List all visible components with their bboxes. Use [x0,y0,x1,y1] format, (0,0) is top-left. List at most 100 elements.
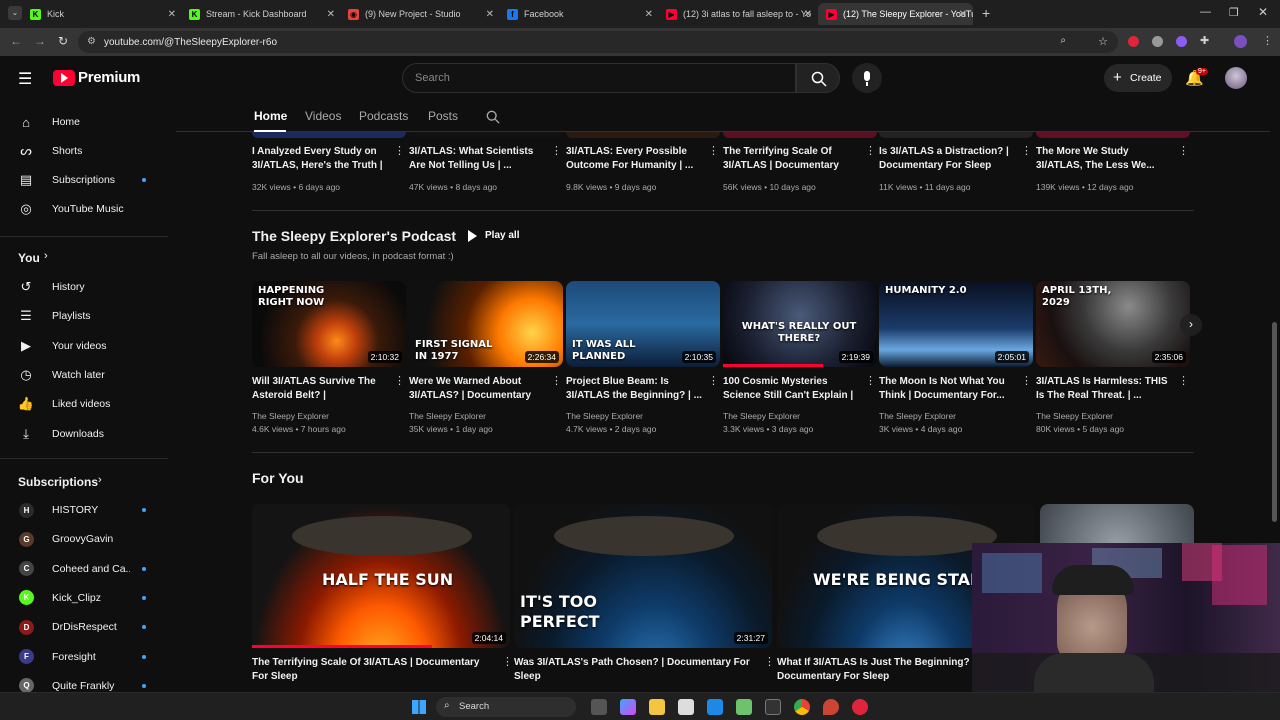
channel-tab[interactable]: Videos [305,109,341,123]
video-thumbnail[interactable]: WHAT'S REALLY OUT THERE? 2:19:39 [723,281,877,367]
video-title[interactable]: The Terrifying Scale Of 3I/ATLAS | Docum… [252,656,492,684]
windows-start-icon[interactable] [412,700,426,714]
channel-tab[interactable]: Podcasts [359,109,408,123]
zoom-icon[interactable]: ⌕ [1060,35,1066,46]
video-title[interactable]: 3I/ATLAS: Every Possible Outcome For Hum… [566,145,702,173]
more-options-icon[interactable]: ⋮ [1021,144,1032,157]
hamburger-menu-icon[interactable]: ☰ [18,69,32,89]
sidebar-item[interactable]: ◎ YouTube Music [0,195,165,223]
extensions-puzzle-icon[interactable]: ✚ [1200,34,1209,47]
video-title[interactable]: 3I/ATLAS: What Scientists Are Not Tellin… [409,145,545,173]
sidebar-item[interactable]: ⌂ Home [0,108,165,136]
video-title[interactable]: Was 3I/ATLAS's Path Chosen? | Documentar… [514,656,754,684]
more-options-icon[interactable]: ⋮ [865,144,876,157]
create-button[interactable]: + Create [1104,64,1172,92]
tab-close-icon[interactable]: ✕ [645,9,653,20]
channel-tab[interactable]: Home [254,109,287,123]
shelf-next-button[interactable]: › [1180,314,1202,336]
video-channel[interactable]: The Sleepy Explorer [252,411,329,421]
video-thumbnail[interactable]: HALF THE SUN 2:04:14 [252,504,510,648]
chrome-icon[interactable] [794,699,810,715]
more-options-icon[interactable]: ⋮ [865,374,876,387]
youtube-logo-icon[interactable] [53,70,75,86]
video-title[interactable]: The More We Study 3I/ATLAS, The Less We.… [1036,145,1172,173]
video-channel[interactable]: The Sleepy Explorer [723,411,800,421]
video-channel[interactable]: The Sleepy Explorer [1036,411,1113,421]
sidebar-you-heading[interactable]: You [18,251,40,265]
taskbar-search[interactable]: ⌕ Search [436,697,576,717]
video-title[interactable]: Will 3I/ATLAS Survive The Asteroid Belt?… [252,375,388,403]
extension-icon-gray[interactable] [1152,36,1163,47]
browser-menu-icon[interactable]: ⋮ [1262,34,1273,47]
search-input[interactable]: Search [402,63,796,93]
bookmark-star-icon[interactable]: ☆ [1098,35,1108,48]
video-thumbnail[interactable] [252,132,406,138]
sidebar-item[interactable]: ↺ History [0,273,165,301]
more-options-icon[interactable]: ⋮ [708,374,719,387]
site-info-icon[interactable]: ⚙ [87,36,96,47]
video-title[interactable]: The Terrifying Scale Of 3I/ATLAS | Docum… [723,145,859,173]
maximize-button[interactable]: ❐ [1229,6,1239,19]
app-icon-dark[interactable] [765,699,781,715]
more-options-icon[interactable]: ⋮ [1021,374,1032,387]
tab-close-icon[interactable]: ✕ [959,9,967,20]
more-options-icon[interactable]: ⋮ [551,374,562,387]
subscription-item[interactable]: K Kick_Clipz [0,584,165,612]
video-thumbnail[interactable] [723,132,877,138]
sidebar-item[interactable]: 👍 Liked videos [0,390,165,418]
video-channel[interactable]: The Sleepy Explorer [879,411,956,421]
search-button[interactable] [796,63,840,93]
minimize-button[interactable]: — [1200,6,1211,18]
video-thumbnail[interactable] [1036,132,1190,138]
video-title[interactable]: Is 3I/ATLAS a Distraction? | Documentary… [879,145,1015,173]
more-options-icon[interactable]: ⋮ [394,144,405,157]
subscription-item[interactable]: C Coheed and Ca... [0,555,165,583]
channel-search-icon[interactable] [486,110,500,124]
back-icon[interactable]: ← [10,34,22,48]
forward-icon[interactable]: → [34,34,46,48]
browser-tab[interactable]: K Stream - Kick Dashboard ✕ [181,3,341,25]
video-title[interactable]: The Moon Is Not What You Think | Documen… [879,375,1015,403]
browser-tab[interactable]: K Kick ✕ [22,3,182,25]
tab-close-icon[interactable]: ✕ [804,9,812,20]
more-options-icon[interactable]: ⋮ [1178,144,1189,157]
tab-search-icon[interactable]: ⌄ [8,6,22,20]
video-thumbnail[interactable]: FIRST SIGNAL IN 1977 2:26:34 [409,281,563,367]
browser-tab[interactable]: ▶ (12) 3i atlas to fall asleep to - Yo ✕ [658,3,818,25]
more-options-icon[interactable]: ⋮ [1178,374,1189,387]
video-title[interactable]: 100 Cosmic Mysteries Science Still Can't… [723,375,859,403]
podcast-shelf-title[interactable]: The Sleepy Explorer's Podcast [252,228,456,244]
account-avatar[interactable] [1225,67,1247,89]
video-thumbnail[interactable]: HUMANITY 2.0 2:05:01 [879,281,1033,367]
video-thumbnail[interactable] [879,132,1033,138]
browser-tab[interactable]: ◉ (9) New Project - Studio ✕ [340,3,500,25]
sidebar-item[interactable]: ☰ Playlists [0,302,165,330]
app-icon-green[interactable] [736,699,752,715]
channel-tab[interactable]: Posts [428,109,458,123]
sidebar-item[interactable]: ▤ Subscriptions [0,166,165,194]
task-view-icon[interactable] [591,699,607,715]
play-all-button[interactable]: Play all [466,228,526,244]
sidebar-subscriptions-heading[interactable]: Subscriptions [18,475,98,489]
tab-close-icon[interactable]: ✕ [486,9,494,20]
video-thumbnail[interactable]: IT'S TOO PERFECT 2:31:27 [514,504,772,648]
more-options-icon[interactable]: ⋮ [764,655,775,668]
more-options-icon[interactable]: ⋮ [708,144,719,157]
video-channel[interactable]: The Sleepy Explorer [409,411,486,421]
profile-avatar-icon[interactable] [1234,35,1247,48]
sidebar-item[interactable]: ᔕ Shorts [0,137,165,165]
copilot-icon[interactable] [620,699,636,715]
video-title[interactable]: I Analyzed Every Study on 3I/ATLAS, Here… [252,145,388,173]
subscription-item[interactable]: H HISTORY [0,496,165,524]
more-options-icon[interactable]: ⋮ [502,655,513,668]
subscription-item[interactable]: F Foresight [0,643,165,671]
video-thumbnail[interactable] [409,132,563,138]
extension-icon-red[interactable] [1128,36,1139,47]
mail-icon[interactable] [707,699,723,715]
more-options-icon[interactable]: ⋮ [551,144,562,157]
video-channel[interactable]: The Sleepy Explorer [566,411,643,421]
new-tab-button[interactable]: + [982,5,990,21]
browser-tab[interactable]: ▶ (12) The Sleepy Explorer - YouTu ✕ [818,3,973,25]
video-title[interactable]: Project Blue Beam: Is 3I/ATLAS the Begin… [566,375,702,403]
sidebar-item[interactable]: ⤓ Downloads [0,420,165,448]
